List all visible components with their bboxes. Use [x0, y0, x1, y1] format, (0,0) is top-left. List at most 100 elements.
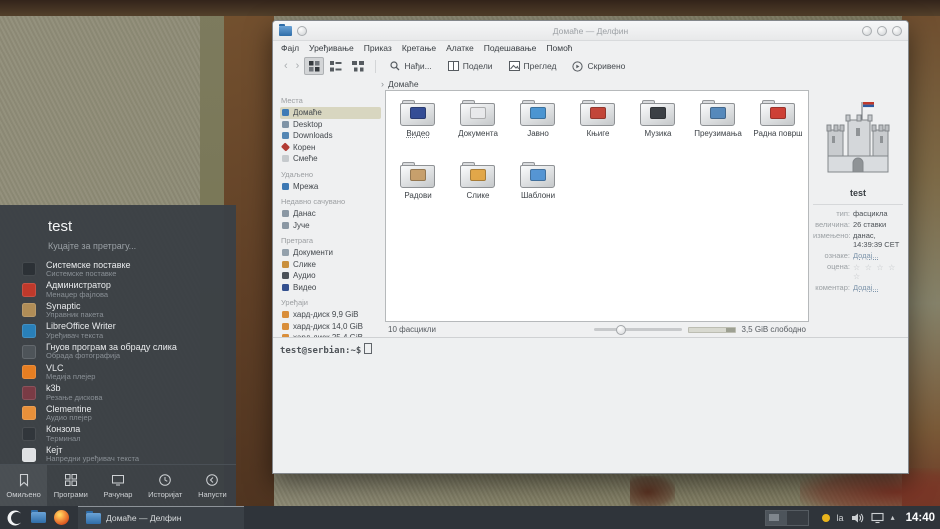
video-icon	[282, 284, 289, 291]
folder-music[interactable]: Музика	[628, 96, 688, 158]
folder-books[interactable]: Књиге	[568, 96, 628, 158]
menu-settings[interactable]: Подешавање	[479, 43, 542, 53]
folder-public[interactable]: Јавно	[508, 96, 568, 158]
system-tray: la ▴	[822, 512, 895, 524]
calendar-icon	[282, 210, 289, 217]
application-launcher: test Куцајте за претрагу... Системске по…	[0, 205, 236, 506]
bookmark-icon	[17, 473, 31, 487]
preview-button[interactable]: Преглед	[501, 61, 565, 71]
places-item-disk2[interactable]: хард-диск 14,0 GiB	[280, 321, 381, 333]
launcher-item-vlc[interactable]: VLCМедија плејер	[0, 362, 236, 383]
places-item-home[interactable]: Домаће	[280, 107, 381, 119]
add-comment-link[interactable]: Додај...	[853, 284, 879, 293]
app-menu-button[interactable]	[5, 508, 25, 528]
launcher-search-input[interactable]: Куцајте за претрагу...	[48, 241, 236, 251]
details-view-button[interactable]	[348, 57, 368, 75]
compact-view-button[interactable]	[326, 57, 346, 75]
forward-icon[interactable]: ›	[292, 61, 304, 72]
launcher-item-clementine[interactable]: ClementineАудио плејер	[0, 403, 236, 424]
folder-works[interactable]: Радови	[388, 158, 448, 220]
breadcrumb[interactable]: › Домаће	[273, 77, 908, 90]
folder-video[interactable]: Видео	[388, 96, 448, 158]
virtual-desktop-pager[interactable]	[765, 510, 809, 526]
task-button-dolphin[interactable]: Домаће — Делфин	[78, 506, 244, 529]
places-item-desktop[interactable]: Desktop	[280, 119, 381, 131]
find-button[interactable]: Нађи...	[382, 61, 439, 71]
places-item-downloads[interactable]: Downloads	[280, 130, 381, 142]
menu-view[interactable]: Приказ	[359, 43, 397, 53]
folder-view[interactable]: Видео Документа Јавно Књиге Музи	[385, 90, 809, 322]
wallpaper-top-strip	[0, 0, 940, 16]
menu-edit[interactable]: Уређивање	[304, 43, 359, 53]
launcher-item-systemsettings[interactable]: Системске поставкеСистемске поставке	[0, 259, 236, 280]
dolphin-window: Домаће — Делфин Фајл Уређивање Приказ Кр…	[272, 20, 909, 474]
launcher-item-k3b[interactable]: k3bРезање дискова	[0, 383, 236, 404]
zoom-slider-knob[interactable]	[616, 325, 626, 335]
places-item-network[interactable]: Мрежа	[280, 181, 381, 193]
back-icon[interactable]: ‹	[280, 61, 292, 72]
launcher-item-konsole[interactable]: КонзолаТерминал	[0, 424, 236, 445]
launcher-item-writer[interactable]: LibreOffice WriterУређивач текста	[0, 321, 236, 342]
libreoffice-writer-icon	[22, 324, 36, 338]
folder-documents[interactable]: Документа	[448, 96, 508, 158]
folder-templates[interactable]: Шаблони	[508, 158, 568, 220]
add-tags-link[interactable]: Додај...	[853, 252, 879, 261]
menu-file[interactable]: Фајл	[276, 43, 304, 53]
tab-computer[interactable]: Рачунар	[94, 465, 141, 506]
icons-view-button[interactable]	[304, 57, 324, 75]
launcher-item-gimp[interactable]: Гнуов програм за обраду сликаОбрада фото…	[0, 341, 236, 362]
home-icon	[282, 109, 289, 116]
tab-history[interactable]: Историјат	[142, 465, 189, 506]
folder-desktop[interactable]: Радна површ	[748, 96, 808, 158]
places-item-disk1[interactable]: хард-диск 9,9 GiB	[280, 309, 381, 321]
konsole-icon	[22, 427, 36, 441]
folder-icon	[520, 162, 556, 189]
clementine-tray-icon[interactable]	[822, 514, 830, 522]
launcher-item-kate[interactable]: КејтНапредни уређивач текста	[0, 444, 236, 464]
places-item-yesterday[interactable]: Јуче	[280, 220, 381, 232]
clock[interactable]: 14:40	[906, 512, 935, 524]
launcher-item-synaptic[interactable]: SynapticУправник пакета	[0, 300, 236, 321]
folder-icon	[640, 100, 676, 127]
keyboard-layout-indicator[interactable]: la	[837, 513, 844, 523]
breadcrumb-home[interactable]: Домаће	[388, 79, 419, 89]
monitor-icon	[111, 473, 125, 487]
clock-icon	[158, 473, 172, 487]
tab-leave[interactable]: Напусти	[189, 465, 236, 506]
terminal-panel[interactable]: test@serbian:~$	[273, 337, 908, 473]
status-folder-count: 10 фасцикли	[388, 325, 436, 334]
volume-icon[interactable]	[851, 512, 864, 524]
rating-stars[interactable]: ☆ ☆ ☆ ☆ ☆	[853, 263, 903, 281]
calendar-icon	[282, 222, 289, 229]
places-item-trash[interactable]: Смеће	[280, 153, 381, 165]
places-item-video[interactable]: Видео	[280, 282, 381, 294]
places-item-root[interactable]: Корен	[280, 142, 381, 154]
tab-applications[interactable]: Програми	[47, 465, 94, 506]
firefox-icon[interactable]	[51, 508, 71, 528]
split-icon	[448, 61, 459, 71]
zoom-slider[interactable]	[594, 328, 682, 331]
places-item-images[interactable]: Слике	[280, 259, 381, 271]
places-item-audio[interactable]: Аудио	[280, 270, 381, 282]
hidden-button[interactable]: Скривено	[564, 61, 633, 72]
folder-icon	[86, 513, 101, 524]
tray-expander-icon[interactable]: ▴	[891, 513, 895, 522]
split-button[interactable]: Подели	[440, 61, 501, 71]
display-icon[interactable]	[871, 512, 884, 524]
titlebar[interactable]: Домаће — Делфин	[273, 21, 908, 41]
dolphin-launcher-icon[interactable]	[28, 508, 48, 528]
desktop-2[interactable]	[787, 511, 808, 525]
menu-go[interactable]: Кретање	[397, 43, 441, 53]
places-item-documents[interactable]: Документи	[280, 247, 381, 259]
launcher-item-admin[interactable]: АдминистраторМенаџер фајлова	[0, 280, 236, 301]
menu-tools[interactable]: Алатке	[441, 43, 479, 53]
folder-pictures[interactable]: Слике	[448, 158, 508, 220]
image-icon	[282, 261, 289, 268]
folder-downloads[interactable]: Преузимања	[688, 96, 748, 158]
status-free-space: 3,5 GiB слободно	[742, 325, 807, 334]
info-item-name: test	[813, 188, 903, 198]
menu-help[interactable]: Помоћ	[541, 43, 577, 53]
places-item-today[interactable]: Данас	[280, 208, 381, 220]
desktop-1[interactable]	[766, 511, 787, 525]
tab-favorites[interactable]: Омиљено	[0, 465, 47, 506]
